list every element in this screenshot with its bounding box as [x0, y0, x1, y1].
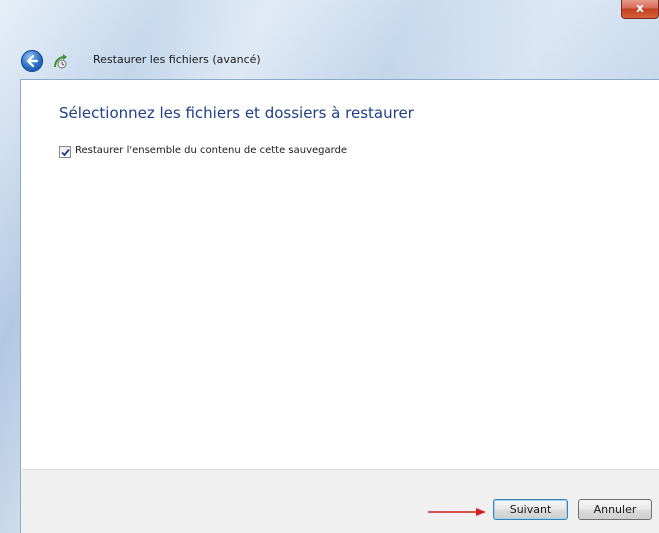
cancel-button[interactable]: Annuler: [578, 499, 652, 520]
back-button[interactable]: [21, 50, 43, 72]
checkmark-icon: [61, 148, 70, 157]
content-area: [20, 79, 659, 469]
restore-files-icon: [54, 54, 67, 69]
next-button[interactable]: Suivant: [493, 499, 568, 520]
page-heading: Sélectionnez les fichiers et dossiers à …: [59, 104, 414, 122]
back-arrow-icon: [26, 54, 39, 68]
window-title: Restaurer les fichiers (avancé): [93, 53, 261, 66]
close-button[interactable]: x: [621, 0, 659, 19]
annotation-arrow-icon: [428, 508, 486, 516]
restore-all-label[interactable]: Restaurer l'ensemble du contenu de cette…: [75, 145, 347, 156]
restore-all-checkbox[interactable]: [59, 146, 71, 158]
